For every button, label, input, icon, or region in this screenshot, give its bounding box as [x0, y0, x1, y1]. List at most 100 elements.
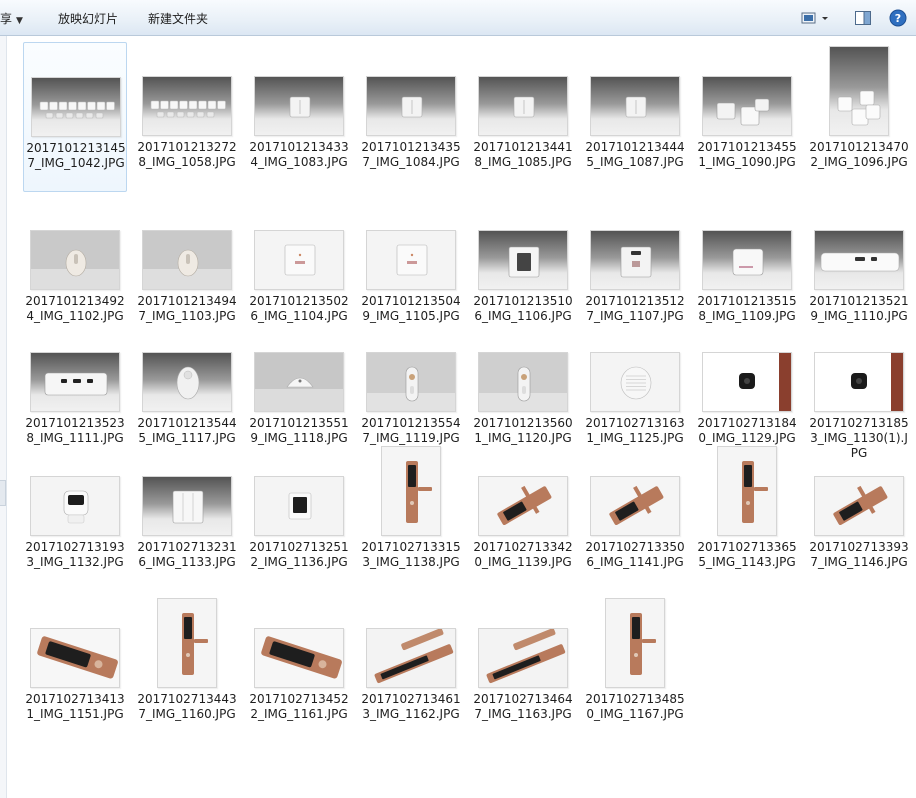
image-thumbnail: [366, 352, 456, 412]
file-item[interactable]: 20171027131933_IMG_1132.JPG: [23, 442, 127, 592]
image-thumbnail: [142, 76, 232, 136]
thumbnail-area: [23, 196, 127, 294]
image-thumbnail: [157, 598, 217, 688]
share-menu-button[interactable]: 享 ▼: [0, 10, 23, 28]
file-name-label: 20171027133420_IMG_1139.JPG: [473, 540, 573, 569]
view-options-icon[interactable]: [800, 9, 818, 27]
thumbnail-area: [135, 442, 239, 540]
file-item[interactable]: 20171027132316_IMG_1133.JPG: [135, 442, 239, 592]
file-item[interactable]: 20171027133937_IMG_1146.JPG: [807, 442, 911, 592]
file-name-label: 20171012134445_IMG_1087.JPG: [585, 140, 685, 169]
file-item[interactable]: 20171012134551_IMG_1090.JPG: [695, 42, 799, 192]
preview-pane-icon[interactable]: [854, 9, 872, 27]
view-dropdown-icon[interactable]: [820, 9, 830, 27]
thumbnail-area: [359, 442, 463, 540]
thumbnail-area: [135, 196, 239, 294]
thumbnail-area: [471, 594, 575, 692]
image-thumbnail: [30, 628, 120, 688]
file-item[interactable]: 20171027133420_IMG_1139.JPG: [471, 442, 575, 592]
thumbnail-area: [695, 196, 799, 294]
file-name-label: 20171027133655_IMG_1143.JPG: [697, 540, 797, 569]
file-name-label: 20171027132512_IMG_1136.JPG: [249, 540, 349, 569]
thumbnail-area: [359, 42, 463, 140]
file-item[interactable]: 20171012134334_IMG_1083.JPG: [247, 42, 351, 192]
file-name-label: 20171027133153_IMG_1138.JPG: [361, 540, 461, 569]
file-item[interactable]: 20171012132728_IMG_1058.JPG: [135, 42, 239, 192]
thumbnail-area: [807, 196, 911, 294]
image-thumbnail: [478, 352, 568, 412]
file-item[interactable]: 20171012134357_IMG_1084.JPG: [359, 42, 463, 192]
file-item[interactable]: 20171027132512_IMG_1136.JPG: [247, 442, 351, 592]
thumbnail-area: [24, 43, 128, 141]
thumbnail-area: [247, 196, 351, 294]
thumbnail-area: [471, 196, 575, 294]
file-name-label: 20171027133506_IMG_1141.JPG: [585, 540, 685, 569]
thumbnail-area: [247, 442, 351, 540]
image-thumbnail: [814, 230, 904, 290]
image-thumbnail: [829, 46, 889, 136]
thumbnail-area: [135, 42, 239, 140]
file-item[interactable]: 20171027134437_IMG_1160.JPG: [135, 594, 239, 744]
image-thumbnail: [381, 446, 441, 536]
file-item[interactable]: 20171027133655_IMG_1143.JPG: [695, 442, 799, 592]
image-thumbnail: [590, 352, 680, 412]
image-thumbnail: [142, 476, 232, 536]
image-thumbnail: [478, 628, 568, 688]
thumbnail-area: [23, 442, 127, 540]
file-name-label: 20171027134522_IMG_1161.JPG: [249, 692, 349, 721]
file-item[interactable]: 20171027133506_IMG_1141.JPG: [583, 442, 687, 592]
thumbnail-area: [135, 318, 239, 416]
image-thumbnail: [254, 352, 344, 412]
image-thumbnail: [254, 76, 344, 136]
image-thumbnail: [366, 230, 456, 290]
file-grid: 20171012131457_IMG_1042.JPG 2017101213272…: [0, 36, 916, 798]
thumbnail-area: [471, 442, 575, 540]
file-item[interactable]: 20171012134702_IMG_1096.JPG: [807, 42, 911, 192]
file-name-label: 20171027133937_IMG_1146.JPG: [809, 540, 909, 569]
file-item[interactable]: 20171012131457_IMG_1042.JPG: [23, 42, 127, 192]
thumbnail-area: [583, 442, 687, 540]
help-icon[interactable]: ?: [889, 9, 907, 27]
thumbnail-area: [695, 42, 799, 140]
file-item[interactable]: 20171027134522_IMG_1161.JPG: [247, 594, 351, 744]
image-thumbnail: [30, 476, 120, 536]
file-item[interactable]: 20171027134647_IMG_1163.JPG: [471, 594, 575, 744]
image-thumbnail: [702, 352, 792, 412]
thumbnail-area: [247, 318, 351, 416]
svg-text:?: ?: [895, 12, 901, 25]
image-thumbnail: [30, 230, 120, 290]
image-thumbnail: [702, 230, 792, 290]
file-name-label: 20171012134418_IMG_1085.JPG: [473, 140, 573, 169]
file-item[interactable]: 20171027134850_IMG_1167.JPG: [583, 594, 687, 744]
thumbnail-area: [23, 594, 127, 692]
thumbnail-area: [807, 318, 911, 416]
new-folder-button[interactable]: 新建文件夹: [148, 10, 208, 28]
thumbnail-area: [695, 442, 799, 540]
image-thumbnail: [605, 598, 665, 688]
file-item[interactable]: 20171027134131_IMG_1151.JPG: [23, 594, 127, 744]
image-thumbnail: [31, 77, 121, 137]
file-item[interactable]: 20171012134445_IMG_1087.JPG: [583, 42, 687, 192]
thumbnail-area: [583, 196, 687, 294]
image-thumbnail: [590, 76, 680, 136]
file-item[interactable]: 20171027133153_IMG_1138.JPG: [359, 442, 463, 592]
image-thumbnail: [254, 628, 344, 688]
image-thumbnail: [590, 476, 680, 536]
file-name-label: 20171012134551_IMG_1090.JPG: [697, 140, 797, 169]
thumbnail-area: [247, 594, 351, 692]
explorer-toolbar: 享 ▼ 放映幻灯片 新建文件夹 ?: [0, 0, 916, 36]
file-name-label: 20171012131457_IMG_1042.JPG: [26, 141, 126, 170]
thumbnail-area: [359, 196, 463, 294]
share-label: 享: [0, 12, 13, 26]
thumbnail-area: [23, 318, 127, 416]
thumbnail-area: [807, 442, 911, 540]
image-thumbnail: [814, 476, 904, 536]
file-name-label: 20171027134613_IMG_1162.JPG: [361, 692, 461, 721]
slideshow-button[interactable]: 放映幻灯片: [58, 10, 118, 28]
thumbnail-area: [807, 42, 911, 140]
image-thumbnail: [814, 352, 904, 412]
thumbnail-area: [583, 318, 687, 416]
file-item[interactable]: 20171027134613_IMG_1162.JPG: [359, 594, 463, 744]
thumbnail-area: [471, 42, 575, 140]
file-item[interactable]: 20171012134418_IMG_1085.JPG: [471, 42, 575, 192]
